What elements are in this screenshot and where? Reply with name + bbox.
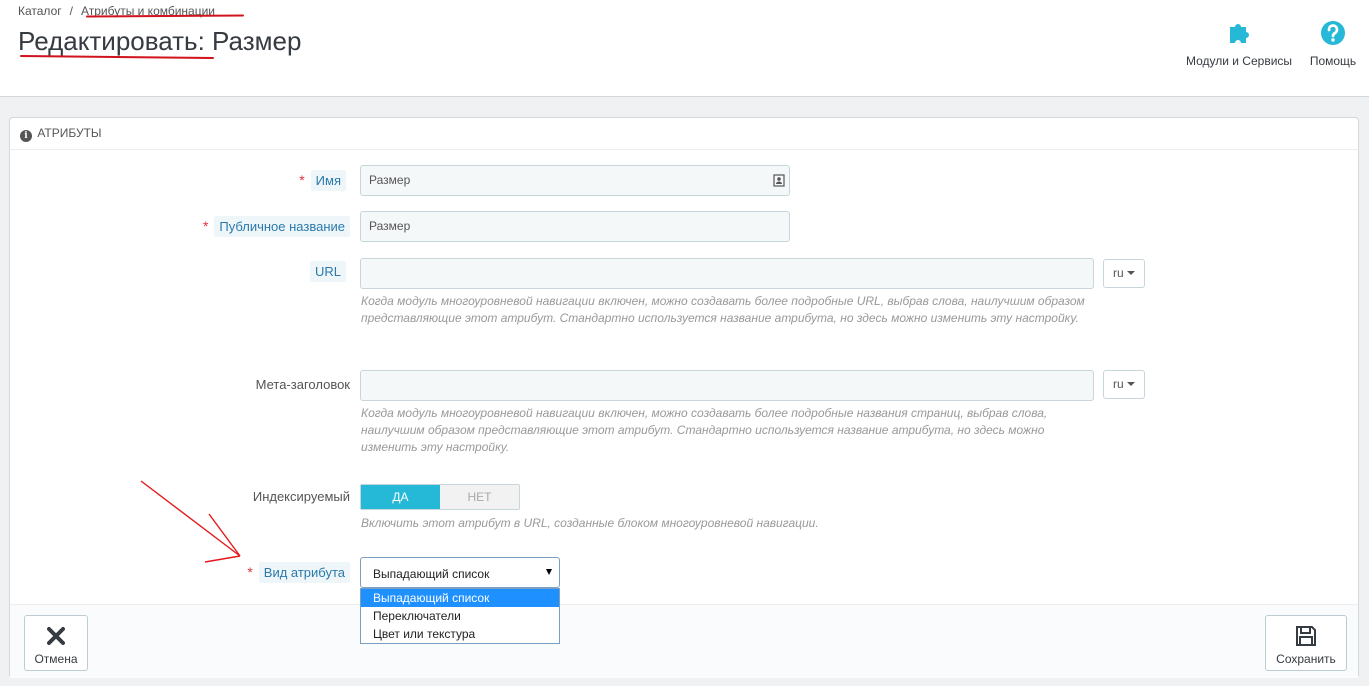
page-title: Редактировать: Размер xyxy=(18,26,302,56)
dropdown-arrow-icon xyxy=(546,569,552,575)
public-name-input[interactable]: Размер xyxy=(360,211,790,242)
meta-title-language-dropdown[interactable]: ru xyxy=(1103,370,1145,399)
question-circle-icon xyxy=(1321,21,1345,45)
panel-heading-label: Атрибуты xyxy=(37,126,102,140)
panel-footer: Отмена Сохранить xyxy=(10,604,1358,678)
url-language-dropdown[interactable]: ru xyxy=(1103,259,1145,288)
url-label: URL xyxy=(250,261,346,282)
name-input[interactable]: Размер xyxy=(360,165,790,196)
help-button[interactable]: Помощь xyxy=(1300,18,1366,68)
name-label: * Имя xyxy=(200,170,346,191)
close-icon xyxy=(47,627,65,645)
attribute-type-option-radio[interactable]: Переключатели xyxy=(361,607,559,625)
url-language-label: ru xyxy=(1113,266,1124,280)
url-input[interactable] xyxy=(360,258,1094,289)
url-help-text: Когда модуль многоуровневой навигации вк… xyxy=(361,294,1085,325)
contact-card-icon xyxy=(773,174,785,187)
attribute-type-value: Выпадающий список xyxy=(373,567,490,581)
puzzle-icon xyxy=(1230,24,1249,43)
save-button[interactable]: Сохранить xyxy=(1265,615,1347,671)
save-icon xyxy=(1296,626,1316,646)
attribute-type-dropdown-list: Выпадающий список Переключатели Цвет или… xyxy=(360,588,560,644)
public-name-label: * Публичное название xyxy=(150,216,350,237)
modules-services-label: Модули и Сервисы xyxy=(1185,54,1293,68)
indexable-switch: ДА НЕТ xyxy=(360,484,520,510)
attribute-type-select[interactable]: Выпадающий список xyxy=(360,557,560,588)
breadcrumb-separator: / xyxy=(69,4,73,18)
caret-down-icon xyxy=(1126,271,1135,275)
save-label: Сохранить xyxy=(1276,652,1336,666)
meta-title-input[interactable] xyxy=(360,370,1094,401)
cancel-label: Отмена xyxy=(34,652,78,666)
panel-heading: i Атрибуты xyxy=(10,118,1358,150)
help-label: Помощь xyxy=(1309,54,1357,68)
info-icon: i xyxy=(20,130,32,142)
public-name-value: Размер xyxy=(369,219,411,233)
annotation-arrow xyxy=(140,480,241,563)
attribute-type-option-color[interactable]: Цвет или текстура xyxy=(361,625,559,643)
indexable-no-option[interactable]: НЕТ xyxy=(440,485,519,509)
meta-title-help-text: Когда модуль многоуровневой навигации вк… xyxy=(361,406,1048,454)
meta-title-language-label: ru xyxy=(1113,377,1124,391)
name-value: Размер xyxy=(369,173,411,187)
modules-services-button[interactable]: Модули и Сервисы xyxy=(1180,18,1298,68)
meta-title-label: Мета-заголовок xyxy=(255,377,350,392)
breadcrumb-catalog[interactable]: Каталог xyxy=(18,4,62,18)
cancel-button[interactable]: Отмена xyxy=(24,615,88,671)
caret-down-icon xyxy=(1126,382,1135,386)
page-header: Каталог / Атрибуты и комбинации Редактиров… xyxy=(0,0,1369,97)
attribute-type-option-dropdown[interactable]: Выпадающий список xyxy=(361,589,559,607)
indexable-yes-option[interactable]: ДА xyxy=(361,485,440,509)
indexable-help-text: Включить этот атрибут в URL, созданные б… xyxy=(361,516,819,530)
